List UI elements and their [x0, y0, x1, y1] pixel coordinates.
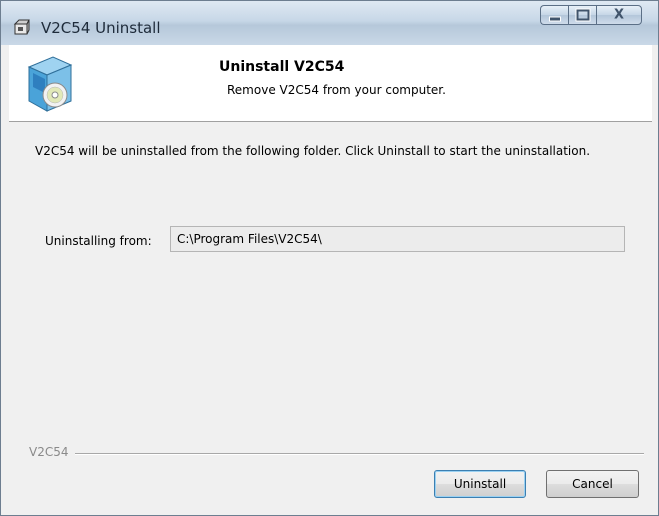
- caption-buttons: X: [540, 5, 642, 25]
- header-banner: Uninstall V2C54 Remove V2C54 from your c…: [9, 45, 652, 122]
- cancel-button[interactable]: Cancel: [546, 470, 639, 498]
- uninstall-path-field[interactable]: C:\Program Files\V2C54\: [170, 226, 625, 252]
- maximize-button[interactable]: [568, 5, 596, 25]
- uninstall-window: V2C54 Uninstall X Uninstall V2C54 Remove…: [0, 0, 659, 516]
- header-subtitle: Remove V2C54 from your computer.: [227, 83, 446, 97]
- close-button[interactable]: X: [596, 5, 642, 25]
- separator-line: [29, 453, 644, 455]
- title-bar[interactable]: V2C54 Uninstall X: [1, 1, 658, 45]
- brand-separator: V2C54: [29, 445, 644, 459]
- dialog-body: V2C54 will be uninstalled from the follo…: [9, 122, 652, 515]
- window-title: V2C54 Uninstall: [41, 19, 161, 37]
- brand-label: V2C54: [29, 445, 75, 459]
- maximize-icon: [575, 8, 590, 22]
- installer-box-icon: [13, 19, 30, 35]
- minimize-icon: [548, 16, 561, 22]
- installer-cd-box-icon: [27, 56, 73, 112]
- minimize-button[interactable]: [540, 5, 568, 25]
- close-icon: X: [613, 7, 625, 23]
- uninstall-from-label: Uninstalling from:: [45, 234, 152, 248]
- uninstall-button[interactable]: Uninstall: [434, 470, 526, 498]
- intro-text: V2C54 will be uninstalled from the follo…: [35, 144, 591, 158]
- header-title: Uninstall V2C54: [219, 59, 345, 75]
